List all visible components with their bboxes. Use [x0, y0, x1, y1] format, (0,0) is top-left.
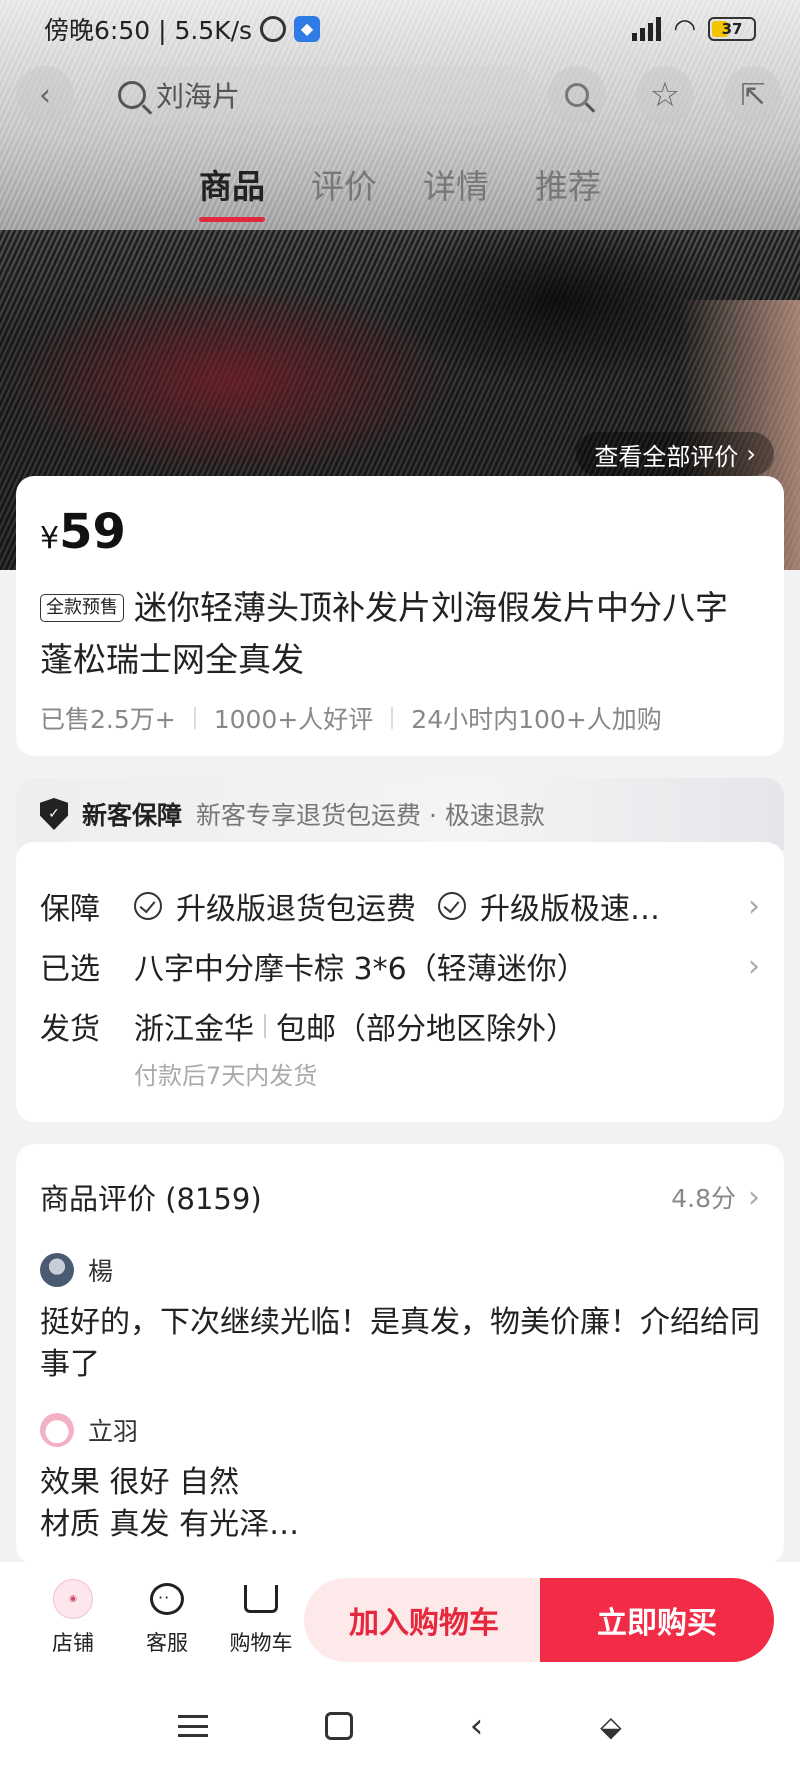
tab-reviews[interactable]: 评价 — [311, 160, 377, 222]
favorite-button[interactable]: ☆ — [636, 66, 694, 124]
add-to-cart-button[interactable]: 加入购物车 — [304, 1578, 544, 1662]
status-time: 傍晚6:50 | 5.5K/s — [44, 16, 253, 45]
reviews-card: 商品评价 (8159) 4.8分 › 楊 挺好的，下次继续光临！是真发，物美价廉… — [16, 1144, 784, 1564]
selected-spec-row[interactable]: 已选 八字中分摩卡棕 3*6（轻薄迷你） › — [40, 936, 760, 996]
system-nav-bar: ‹ ⬙ — [0, 1674, 800, 1778]
recent-cart-adds: 24小时内100+人加购 — [411, 705, 662, 734]
share-button[interactable]: ⇱ — [724, 66, 782, 124]
store-logo-icon: ◉ — [53, 1579, 93, 1619]
review-item[interactable]: 楊 挺好的，下次继续光临！是真发，物美价廉！介绍给同事了 — [40, 1252, 760, 1386]
store-label: 店铺 — [52, 1631, 94, 1655]
check-circle-icon — [438, 892, 466, 920]
wifi-icon: ◠ — [673, 14, 696, 44]
sales-meta: 已售2.5万+ 1000+人好评 24小时内100+人加购 — [40, 700, 760, 736]
buy-now-button[interactable]: 立即购买 — [540, 1578, 774, 1662]
reviews-header[interactable]: 商品评价 (8159) 4.8分 › — [40, 1176, 760, 1218]
chevron-right-icon: › — [748, 948, 760, 984]
bottom-action-bar: ◉ 店铺 客服 购物车 加入购物车 立即购买 — [0, 1562, 800, 1674]
shipping-row-label: 发货 — [40, 1012, 100, 1047]
review-item[interactable]: 立羽 效果 很好 自然 材质 真发 有光泽… — [40, 1412, 760, 1546]
avatar — [40, 1413, 74, 1447]
search-bar[interactable]: 刘海片 — [100, 66, 540, 124]
shipping-row: 发货 浙江金华 包邮（部分地区除外） — [40, 996, 760, 1056]
price: ¥59 — [40, 504, 760, 560]
review-score-value: 4.8分 — [671, 1184, 736, 1213]
guarantee-item: 升级版极速… — [480, 892, 660, 927]
review-text: 挺好的，下次继续光临！是真发，物美价廉！介绍给同事了 — [40, 1305, 760, 1382]
guarantee-row[interactable]: 保障 升级版退货包运费 升级版极速… › — [40, 876, 760, 936]
tab-product[interactable]: 商品 — [199, 160, 265, 222]
price-value: 59 — [59, 504, 126, 560]
sold-count: 已售2.5万+ — [40, 705, 176, 734]
selected-row-label: 已选 — [40, 952, 100, 987]
guarantee-item: 升级版退货包运费 — [176, 892, 416, 927]
shipping-fee: 包邮（部分地区除外） — [276, 1012, 576, 1047]
battery-icon: 37 — [708, 17, 756, 41]
back-icon[interactable]: ‹ — [470, 1706, 484, 1746]
cart-button[interactable]: 购物车 — [214, 1579, 308, 1657]
section-tabs: 商品 评价 详情 推荐 — [0, 160, 800, 222]
star-icon: ☆ — [649, 75, 681, 115]
selected-spec-value: 八字中分摩卡棕 3*6（轻薄迷你） — [134, 952, 587, 987]
shipping-origin: 浙江金华 — [134, 1012, 254, 1047]
divider — [193, 707, 196, 729]
guarantee-title: 新客保障 — [82, 801, 183, 830]
avatar — [40, 1253, 74, 1287]
presale-badge: 全款预售 — [40, 594, 124, 622]
chevron-right-icon: › — [746, 440, 756, 468]
alarm-icon — [260, 16, 287, 42]
tab-details[interactable]: 详情 — [423, 160, 489, 222]
review-text-line: 材质 真发 有光泽… — [40, 1507, 300, 1542]
chat-icon — [147, 1579, 187, 1619]
check-circle-icon — [134, 892, 162, 920]
guarantee-desc: 新客专享退货包运费 · 极速退款 — [196, 801, 545, 830]
search-icon — [118, 81, 146, 109]
customer-service-button[interactable]: 客服 — [120, 1579, 214, 1657]
signal-icon — [632, 17, 662, 41]
search-query: 刘海片 — [156, 80, 241, 113]
assistant-icon[interactable]: ⬙ — [600, 1710, 622, 1743]
battery-level: 37 — [721, 20, 743, 38]
back-button[interactable]: ‹ — [16, 66, 74, 124]
tab-recommend[interactable]: 推荐 — [535, 160, 601, 222]
divider — [391, 707, 394, 729]
service-info-card: 保障 升级版退货包运费 升级版极速… › 已选 八字中分摩卡棕 3*6（轻薄迷你… — [16, 842, 784, 1122]
new-customer-guarantee[interactable]: ✓ 新客保障 新客专享退货包运费 · 极速退款 — [16, 778, 784, 850]
divider — [264, 1014, 266, 1038]
search-icon — [565, 83, 589, 107]
search-button[interactable] — [548, 66, 606, 124]
product-title-block: 全款预售 迷你轻薄头顶补发片刘海假发片中分八字蓬松瑞士网全真发 — [40, 582, 760, 686]
currency-symbol: ¥ — [40, 521, 60, 556]
review-score: 4.8分 › — [671, 1179, 760, 1215]
reviewer-name: 立羽 — [88, 1417, 139, 1446]
service-label: 客服 — [146, 1631, 188, 1655]
chevron-left-icon: ‹ — [39, 77, 51, 113]
good-review-count: 1000+人好评 — [213, 705, 374, 734]
top-nav: ‹ 刘海片 ☆ ⇱ — [0, 64, 800, 126]
view-all-reviews-label: 查看全部评价 — [594, 442, 739, 471]
shipping-note: 付款后7天内发货 — [134, 1062, 318, 1090]
shield-check-icon: ✓ — [40, 798, 68, 830]
chevron-right-icon: › — [748, 888, 760, 924]
app-notification-icon: ◆ — [294, 16, 321, 42]
guarantee-row-label: 保障 — [40, 892, 100, 927]
cart-icon — [241, 1579, 281, 1619]
cart-label: 购物车 — [229, 1631, 293, 1655]
home-icon[interactable] — [325, 1712, 354, 1740]
product-title: 迷你轻薄头顶补发片刘海假发片中分八字蓬松瑞士网全真发 — [40, 588, 728, 679]
reviewer-name: 楊 — [88, 1257, 114, 1286]
chevron-right-icon: › — [748, 1179, 760, 1215]
price-card: ¥59 全款预售 迷你轻薄头顶补发片刘海假发片中分八字蓬松瑞士网全真发 已售2.5… — [16, 476, 784, 756]
status-bar: 傍晚6:50 | 5.5K/s ◆ ◠ 37 — [0, 0, 800, 58]
menu-icon[interactable] — [178, 1715, 209, 1737]
store-button[interactable]: ◉ 店铺 — [26, 1579, 120, 1657]
share-icon: ⇱ — [740, 77, 766, 113]
review-text-line: 效果 很好 自然 — [40, 1465, 240, 1500]
reviews-title: 商品评价 (8159) — [40, 1182, 262, 1216]
view-all-reviews-button[interactable]: 查看全部评价 › — [576, 432, 774, 476]
